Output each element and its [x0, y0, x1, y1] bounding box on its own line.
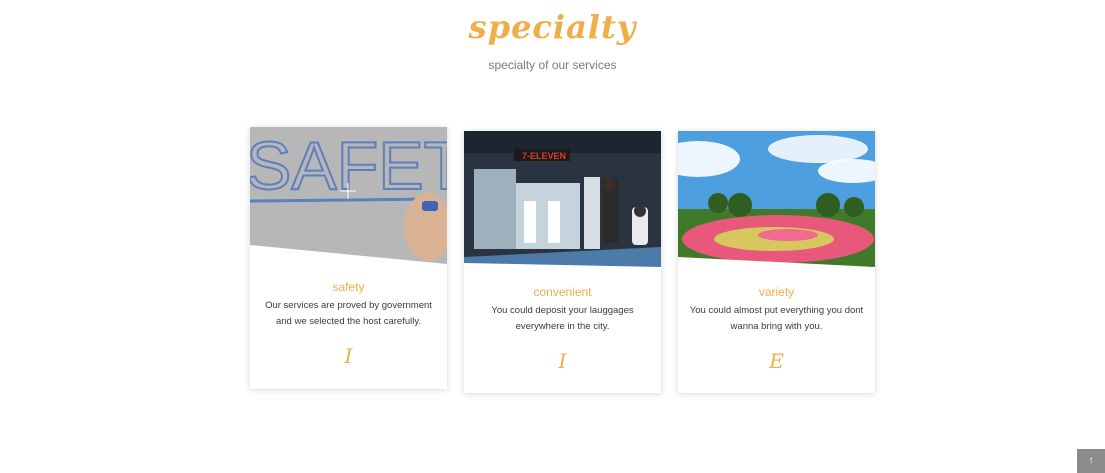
section-subtitle: specialty of our services [488, 58, 617, 72]
safety-image: SAFETY [250, 127, 447, 264]
card-safety: SAFETY safety Our services are proved by… [250, 127, 447, 389]
card-variety: variety You could almost put everything … [678, 131, 875, 393]
card-mark: I [558, 349, 567, 373]
card-title: convenient [533, 285, 592, 299]
card-mark: E [769, 349, 784, 373]
card-title: variety [758, 285, 795, 299]
arrow-up-icon: ↑ [1088, 455, 1094, 466]
scroll-to-top-button[interactable]: ↑ [1077, 449, 1105, 473]
card-title: safety [332, 280, 365, 294]
card-text: You could almost put everything you dont… [689, 305, 864, 332]
section-title: specialty [468, 8, 637, 46]
convenient-image-text: 7-ELEVEN [522, 151, 566, 161]
convenient-image: 7-ELEVEN [464, 131, 661, 267]
card-text: Our services are proved by government an… [265, 300, 432, 327]
card-text: You could deposit your lauggages everywh… [491, 305, 634, 332]
variety-image [678, 131, 875, 267]
card-convenient: 7-ELEVEN convenient You could deposit yo… [464, 131, 661, 393]
card-mark: I [344, 344, 353, 368]
